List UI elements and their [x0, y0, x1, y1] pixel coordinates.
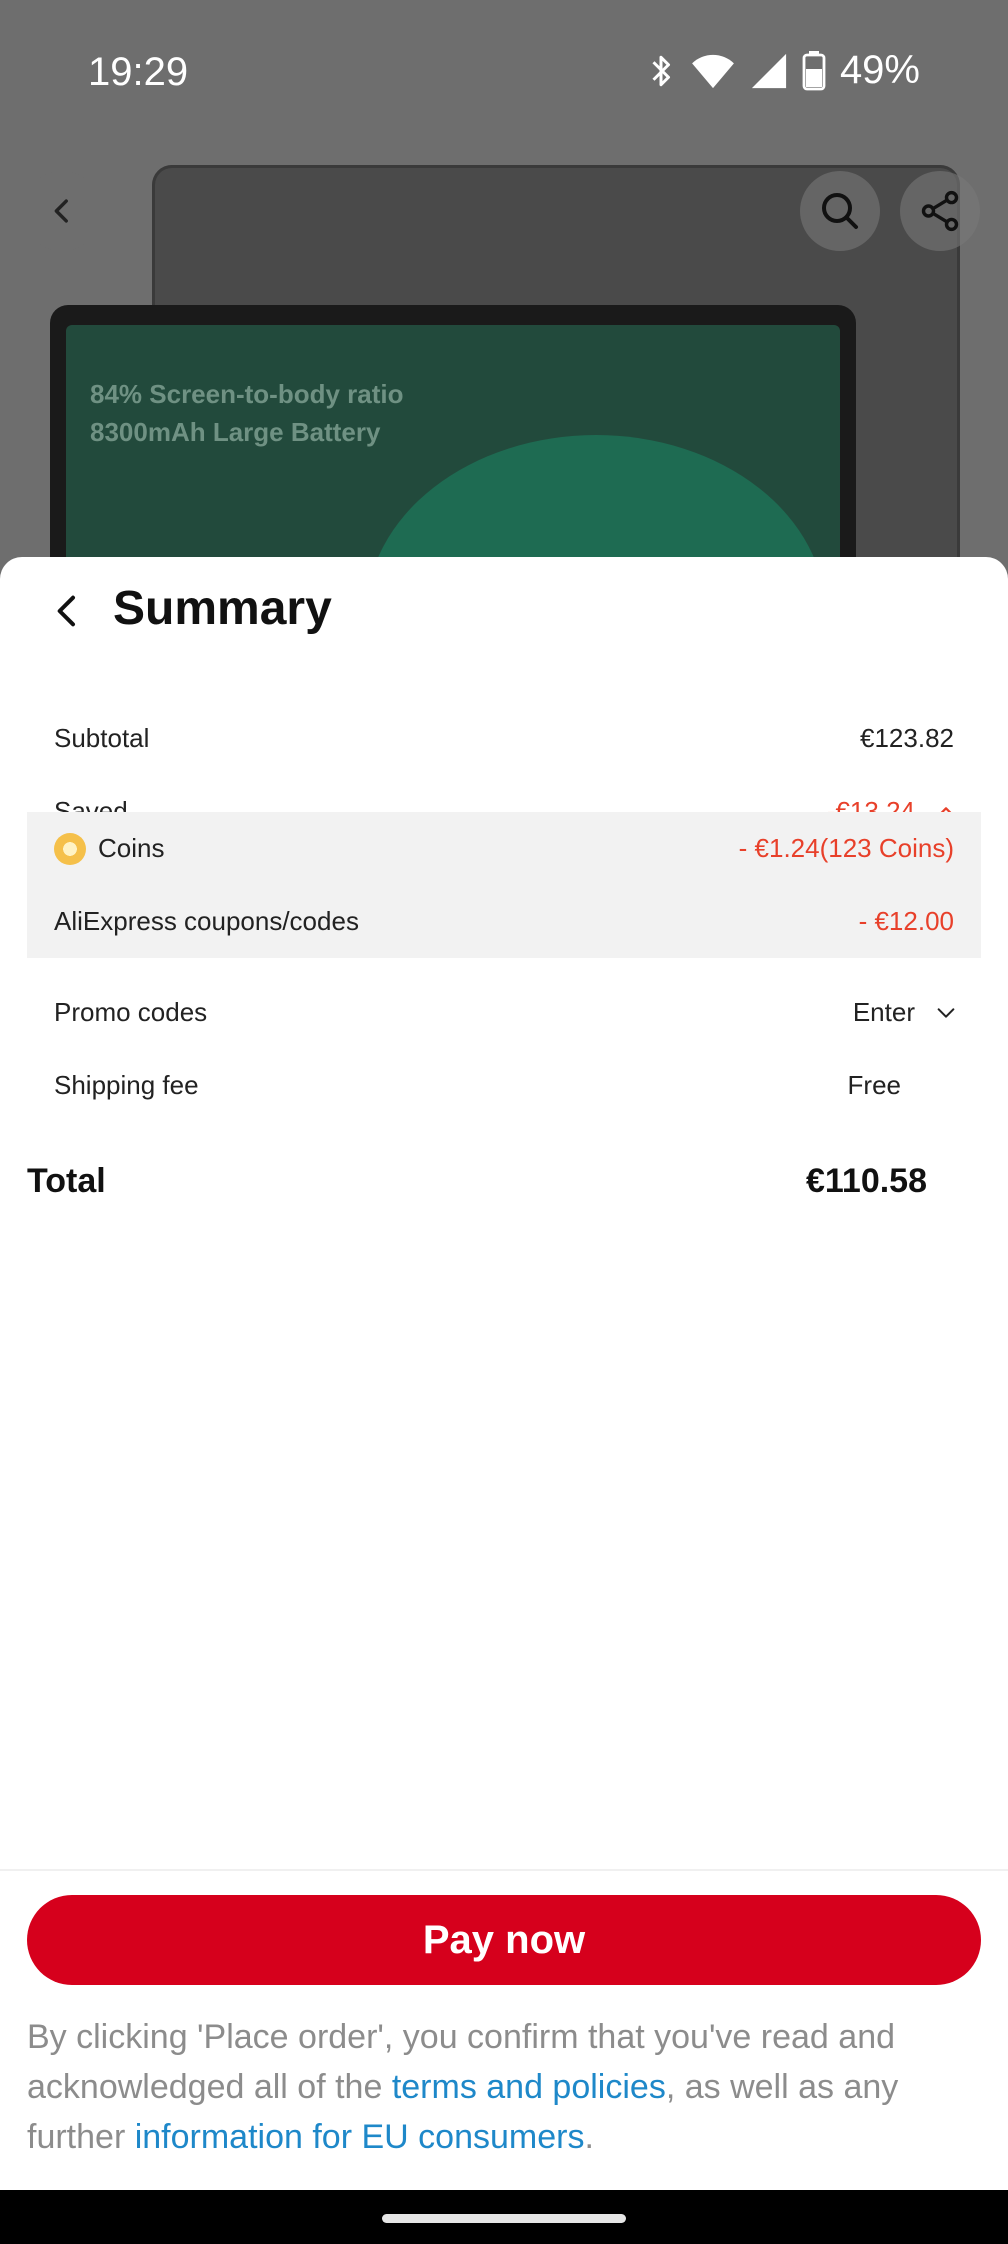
product-back-button[interactable]: [22, 171, 102, 251]
subtotal-value: €123.82: [860, 723, 954, 753]
promo-codes-row[interactable]: Promo codes Enter: [27, 976, 981, 1049]
product-caption-line2: 8300mAh Large Battery: [90, 417, 381, 447]
search-button[interactable]: [800, 171, 880, 251]
navigation-bar: [0, 2190, 1008, 2244]
battery-icon: [802, 50, 826, 90]
coupons-label: AliExpress coupons/codes: [54, 906, 359, 936]
product-caption: 84% Screen-to-body ratio 8300mAh Large B…: [90, 375, 404, 451]
coins-label-group: Coins: [27, 832, 165, 865]
share-button[interactable]: [900, 171, 980, 251]
coins-row: Coins - €1.24(123 Coins): [27, 812, 981, 885]
coins-value: - €1.24(123 Coins): [738, 833, 954, 863]
product-caption-line1: 84% Screen-to-body ratio: [90, 379, 404, 409]
status-time: 19:29: [88, 50, 189, 94]
status-bar: 19:29 49%: [0, 0, 1008, 150]
chevron-left-icon: [54, 199, 68, 223]
footer-divider: [0, 1869, 1008, 1871]
summary-sheet: Summary Subtotal €123.82 Saved -€13.24 C…: [0, 557, 1008, 2244]
sheet-header: Summary: [0, 557, 1008, 667]
coin-icon: [54, 832, 86, 865]
status-icons: 49%: [646, 48, 920, 93]
shipping-fee-row: Shipping fee Free: [27, 1049, 981, 1122]
home-indicator[interactable]: [382, 2214, 626, 2223]
wifi-icon: [692, 54, 734, 88]
eu-consumers-info-link[interactable]: information for EU consumers: [135, 2118, 585, 2156]
tablet-front-image: 84% Screen-to-body ratio 8300mAh Large B…: [50, 305, 856, 580]
signal-icon: [751, 53, 787, 88]
total-label: Total: [27, 1162, 106, 1200]
tablet-screen: 84% Screen-to-body ratio 8300mAh Large B…: [66, 325, 840, 580]
legal-notice: By clicking 'Place order', you confirm t…: [27, 2012, 987, 2162]
search-icon: [822, 193, 858, 229]
subtotal-row: Subtotal €123.82: [27, 702, 981, 775]
pay-now-button[interactable]: Pay now: [27, 1895, 981, 1985]
bluetooth-icon: [652, 55, 670, 86]
total-value: €110.58: [805, 1162, 927, 1200]
page-title: Summary: [113, 582, 332, 635]
chevron-down-icon[interactable]: [935, 1002, 957, 1024]
coupons-value: - €12.00: [858, 906, 954, 936]
terms-and-policies-link[interactable]: terms and policies: [392, 2068, 666, 2106]
legal-text-3: .: [584, 2118, 594, 2156]
promo-codes-label: Promo codes: [54, 997, 208, 1027]
promo-enter-value[interactable]: Enter: [853, 997, 915, 1028]
total-row: Total €110.58: [27, 1162, 927, 1201]
promo-enter-group[interactable]: Enter: [853, 997, 981, 1028]
coupons-row: AliExpress coupons/codes - €12.00: [27, 885, 981, 958]
battery-percentage: 49%: [839, 48, 920, 92]
shipping-fee-value: Free: [847, 1070, 901, 1100]
shipping-fee-label: Shipping fee: [54, 1070, 199, 1100]
share-icon: [921, 190, 959, 232]
subtotal-label: Subtotal: [54, 723, 150, 753]
coins-label: Coins: [98, 833, 165, 863]
chevron-left-icon[interactable]: [48, 591, 88, 631]
